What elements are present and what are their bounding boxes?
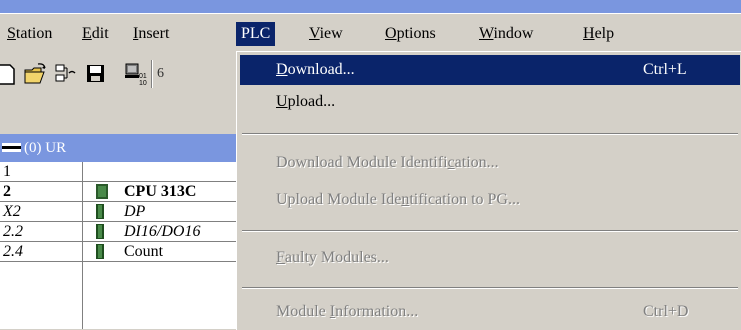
slot-number: 1 [3,163,11,180]
slot-number: 2.2 [3,223,23,240]
menu-view[interactable]: View [304,22,348,46]
menu-item-upload[interactable]: Upload... [240,87,740,117]
svg-text:10: 10 [139,80,147,87]
menu-item-shortcut: Ctrl+D [643,303,689,320]
menu-item-module-information[interactable]: Module Information... Ctrl+D [240,297,740,327]
rack-row[interactable]: 2.2 DI16/DO16 [0,222,236,242]
menu-item-label: Upload... [276,93,336,110]
submodule-icon [96,224,104,239]
cpu-module-icon [96,184,108,199]
rack-row[interactable]: X2 DP [0,202,236,222]
menu-options[interactable]: Options [380,22,441,46]
window-title-strip [0,0,741,13]
module-name: DP [124,203,146,220]
open-folder-icon[interactable] [22,60,50,88]
rack-row[interactable]: 1 [0,162,236,182]
new-file-icon[interactable] [0,60,20,88]
station-title: (0) UR [24,140,67,156]
network-accessible-nodes-icon[interactable] [52,60,80,88]
station-title-bar: (0) UR [0,134,236,162]
menu-plc[interactable]: PLC [236,22,276,46]
rack-row[interactable]: 2.4 Count [0,242,236,262]
menu-window[interactable]: Window [474,22,538,46]
save-icon[interactable] [82,60,110,88]
module-name: Count [124,243,164,260]
menu-item-label: Faulty Modules... [276,249,389,266]
menu-bar: Station Edit Insert PLC View Options Win… [0,13,741,52]
toolbar-separator [151,60,153,88]
menu-edit[interactable]: Edit [77,22,114,46]
menu-item-shortcut: Ctrl+L [643,61,687,78]
menu-separator [242,133,738,135]
svg-text:01: 01 [139,73,147,80]
submodule-icon [96,204,104,219]
menu-separator [242,287,738,289]
menu-item-download[interactable]: Download... Ctrl+L [240,55,740,85]
menu-item-faulty-modules[interactable]: Faulty Modules... [240,243,740,273]
rack-icon [2,143,21,152]
menu-insert[interactable]: Insert [128,22,174,46]
rack-row[interactable]: 2 CPU 313C [0,182,236,202]
slot-number: 2 [3,183,11,200]
menu-item-download-module-identification[interactable]: Download Module Identification... [240,148,740,178]
module-name: CPU 313C [124,183,197,200]
toolbar-partial-text: 6 [157,66,164,81]
submodule-icon [96,244,104,259]
slot-number: X2 [3,203,21,220]
menu-item-label: Module Information... [276,303,419,320]
menu-item-label: Download... [276,61,355,78]
menu-item-upload-module-identification[interactable]: Upload Module Identification to PG... [240,185,740,215]
menu-separator [242,230,738,232]
menu-item-label: Upload Module Identification to PG... [276,191,520,208]
plc-dropdown-menu: Download... Ctrl+L Upload... Download Mo… [236,51,741,330]
slot-number: 2.4 [3,243,23,260]
download-to-module-icon[interactable]: 01 10 [122,60,150,88]
menu-station[interactable]: Station [2,22,57,46]
rack-table: 1 2 CPU 313C X2 DP 2.2 DI16/DO16 2.4 Cou… [0,162,236,329]
menu-item-label: Download Module Identification... [276,154,499,171]
menu-help[interactable]: Help [578,22,619,46]
module-name: DI16/DO16 [124,223,201,240]
